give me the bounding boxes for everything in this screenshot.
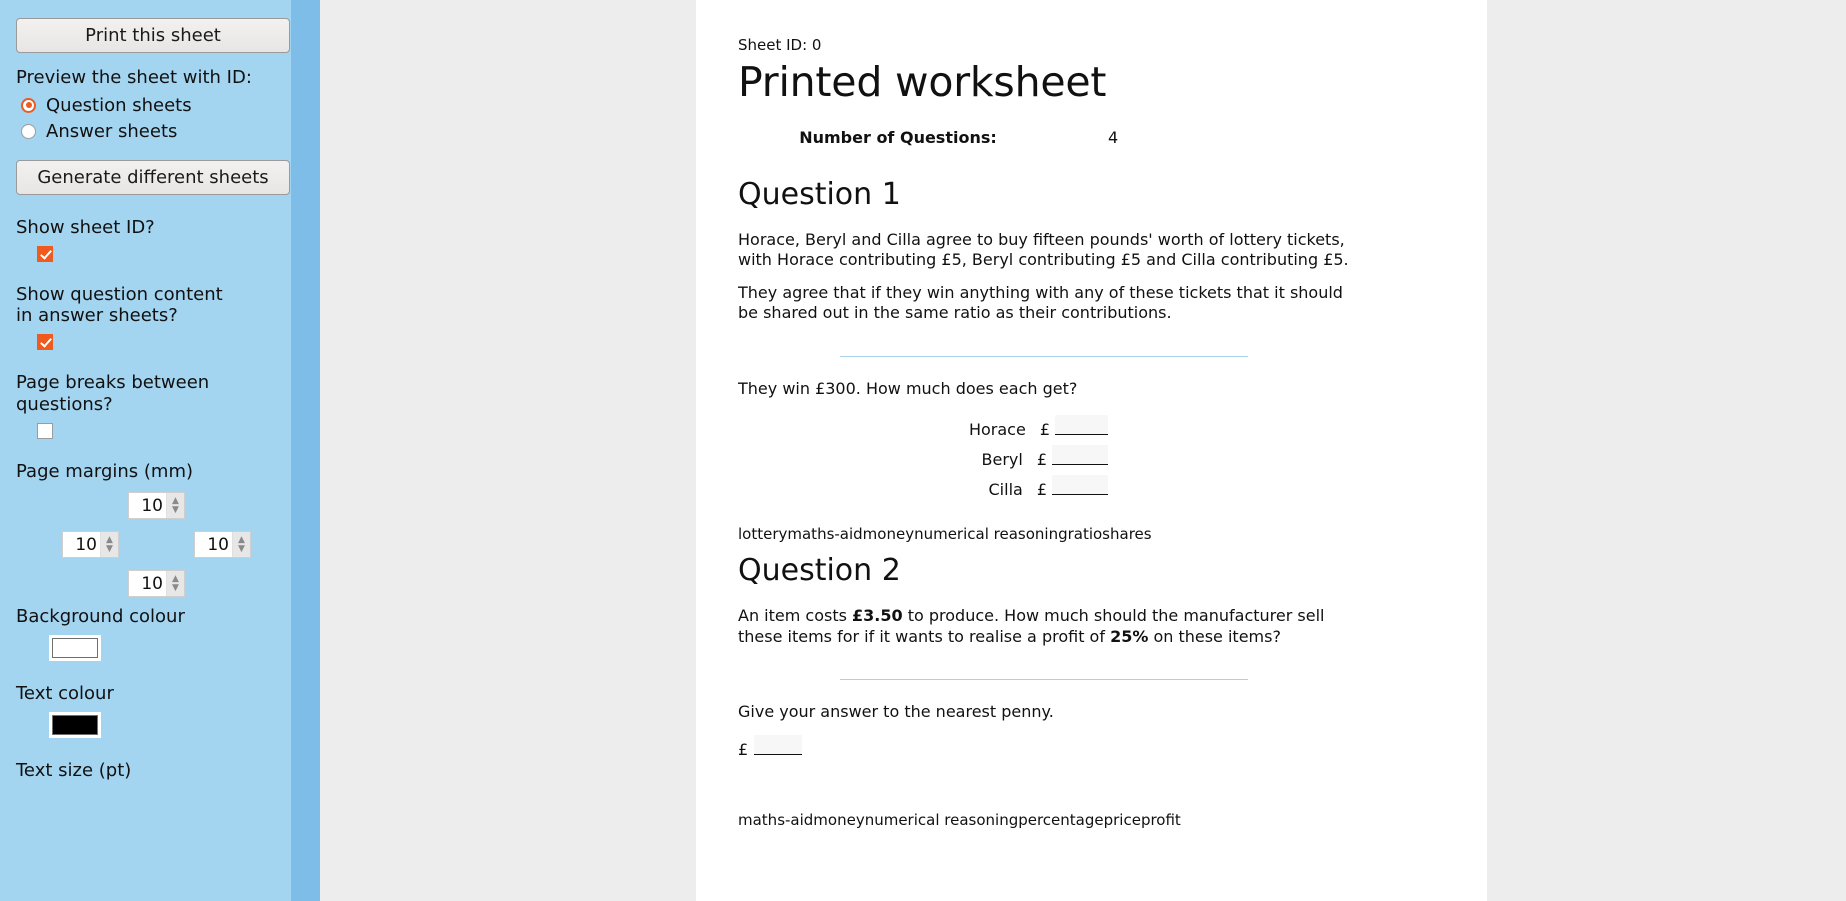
generate-different-sheets-button[interactable]: Generate different sheets <box>16 159 290 195</box>
page-margins-group: Page margins (mm) ▲▼ ▲▼ ▲▼ ▲▼ <box>16 461 304 612</box>
margin-left-arrows-icon[interactable]: ▲ ▼ <box>100 532 118 557</box>
margin-right-stepper[interactable]: ▲▼ <box>194 531 251 558</box>
margin-top-arrows-icon[interactable]: ▲ ▼ <box>166 493 184 518</box>
answer-label-cilla: Cilla <box>988 480 1023 500</box>
option-show-question-content: Show question content in answer sheets? <box>16 283 304 351</box>
question-2-divider <box>840 679 1248 681</box>
preview-sheet-id-label: Preview the sheet with ID: <box>16 67 252 88</box>
show-question-content-checkbox[interactable] <box>37 334 53 351</box>
number-of-questions-label: Number of Questions: <box>799 128 997 147</box>
show-sheet-id-checkbox[interactable] <box>37 245 53 262</box>
radio-answer-sheets-label: Answer sheets <box>46 120 178 142</box>
question-1-prompt: They win £300. How much does each get? <box>738 378 1078 398</box>
question-2-profit-value: 25% <box>1110 626 1149 646</box>
option-show-sheet-id: Show sheet ID? <box>16 217 304 262</box>
text-size-label: Text size (pt) <box>16 760 132 782</box>
question-1-tags: lotterymaths-aidmoneynumerical reasoning… <box>738 525 1152 544</box>
question-1-heading: Question 1 <box>738 177 901 212</box>
question-1-paragraph-2: They agree that if they win anything wit… <box>738 282 1343 323</box>
text-colour-picker[interactable] <box>49 712 101 739</box>
question-2-body: An item costs £3.50 to produce. How much… <box>738 606 1368 647</box>
margin-bottom-input[interactable] <box>129 571 166 596</box>
number-of-questions-value: 4 <box>1108 128 1119 147</box>
question-2-answer-blank[interactable] <box>754 734 803 755</box>
sheet-id-text: Sheet ID: 0 <box>738 36 822 54</box>
margin-top-stepper[interactable]: ▲▼ <box>128 492 185 519</box>
background-colour-group: Background colour <box>16 606 304 662</box>
radio-question-sheets-label: Question sheets <box>46 94 192 116</box>
margin-right-input[interactable] <box>195 532 232 557</box>
print-this-sheet-button[interactable]: Print this sheet <box>16 18 290 53</box>
background-colour-picker[interactable] <box>49 635 101 662</box>
show-sheet-id-label: Show sheet ID? <box>16 216 155 238</box>
settings-sidebar: Print this sheet Preview the sheet with … <box>0 0 320 901</box>
answer-currency-beryl: £ <box>1036 450 1047 470</box>
answer-row-cilla: Cilla £ <box>738 475 1108 499</box>
text-colour-label: Text colour <box>16 683 114 705</box>
option-page-breaks: Page breaks between questions? <box>16 372 304 439</box>
text-size-group: Text size (pt) <box>16 760 304 781</box>
question-2-tags: maths-aidmoneynumerical reasoningpercent… <box>738 810 1181 829</box>
text-colour-swatch[interactable] <box>52 715 98 736</box>
page-margins-controls: ▲▼ ▲▼ ▲▼ ▲▼ <box>16 492 304 612</box>
question-2-body-post: on these items? <box>1148 626 1281 646</box>
question-2-answer-currency: £ <box>738 739 749 759</box>
show-question-content-label: Show question content in answer sheets? <box>16 283 223 327</box>
margin-left-input[interactable] <box>63 532 100 557</box>
page-breaks-label: Page breaks between questions? <box>16 372 210 415</box>
answer-blank-cilla[interactable] <box>1052 475 1108 496</box>
answer-label-horace: Horace <box>968 420 1026 440</box>
question-1-paragraph-1: Horace, Beryl and Cilla agree to buy fif… <box>738 230 1349 270</box>
background-colour-swatch[interactable] <box>52 638 98 659</box>
margin-top-input[interactable] <box>129 493 166 518</box>
margin-left-stepper[interactable]: ▲▼ <box>62 531 119 558</box>
number-of-questions-row: Number of Questions: 4 <box>738 128 1445 147</box>
question-2-cost-value: £3.50 <box>852 606 903 626</box>
radio-answer-sheets-icon[interactable] <box>21 123 36 139</box>
answer-row-beryl: Beryl £ <box>738 445 1108 469</box>
page-breaks-checkbox[interactable] <box>37 422 53 439</box>
radio-option-answer-sheets[interactable]: Answer sheets <box>21 121 304 142</box>
question-2-answer-row: £ <box>738 734 1445 759</box>
radio-question-sheets-icon[interactable] <box>21 97 36 113</box>
answer-currency-horace: £ <box>1039 420 1050 440</box>
answer-label-beryl: Beryl <box>981 450 1023 470</box>
question-1-divider <box>840 355 1248 357</box>
question-2-body-pre: An item costs <box>738 606 853 626</box>
answer-currency-cilla: £ <box>1036 480 1047 500</box>
margin-bottom-stepper[interactable]: ▲▼ <box>128 570 185 597</box>
worksheet-page: Sheet ID: 0 Printed worksheet Number of … <box>696 0 1487 901</box>
page-title: Printed worksheet <box>738 58 1107 106</box>
answer-row-horace: Horace £ <box>738 415 1108 439</box>
question-2-heading: Question 2 <box>738 553 901 589</box>
answer-blank-beryl[interactable] <box>1052 445 1108 466</box>
sidebar-scrollbar[interactable] <box>291 0 320 901</box>
page-margins-label: Page margins (mm) <box>16 460 193 482</box>
question-1-answer-rows: Horace £ Beryl £ Cilla £ <box>738 415 1108 499</box>
answer-blank-horace[interactable] <box>1055 415 1108 436</box>
question-2-prompt: Give your answer to the nearest penny. <box>738 702 1054 722</box>
margin-right-arrows-icon[interactable]: ▲ ▼ <box>232 532 250 557</box>
radio-option-question-sheets[interactable]: Question sheets <box>21 95 304 116</box>
margin-bottom-arrows-icon[interactable]: ▲ ▼ <box>166 571 184 596</box>
text-colour-group: Text colour <box>16 683 304 739</box>
